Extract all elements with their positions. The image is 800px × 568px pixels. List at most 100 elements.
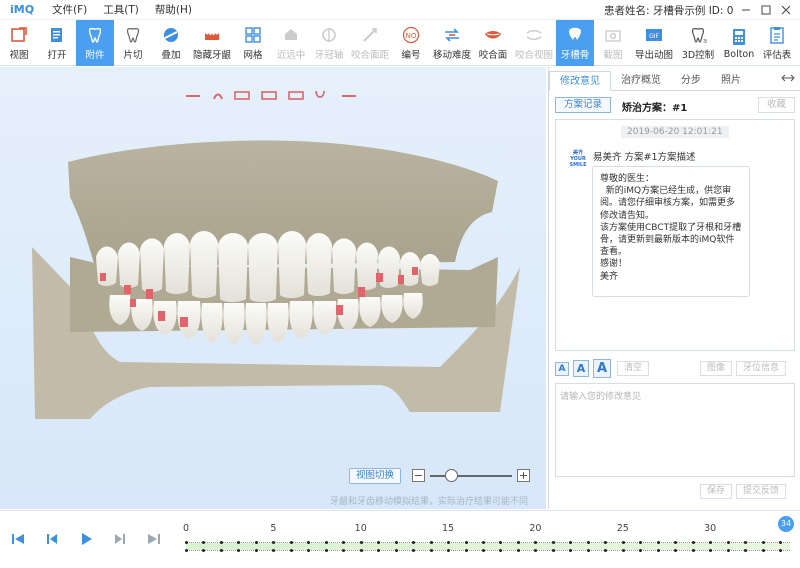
bite-view-button[interactable]: 咬合视图 bbox=[512, 20, 556, 66]
number-button[interactable]: NO 编号 bbox=[392, 20, 430, 66]
plan-record-button[interactable]: 方案记录 bbox=[555, 97, 612, 113]
step-dot[interactable] bbox=[394, 541, 398, 544]
export-gif-button[interactable]: GIF 导出动图 bbox=[632, 20, 676, 66]
step-dot[interactable] bbox=[377, 549, 381, 552]
mesiodistal-button[interactable]: 近远中 bbox=[272, 20, 310, 66]
step-dot[interactable] bbox=[429, 541, 433, 544]
step-dot[interactable] bbox=[516, 549, 520, 552]
zoom-out-button[interactable]: − bbox=[412, 469, 425, 482]
tab-photos[interactable]: 照片 bbox=[711, 71, 751, 91]
step-dot[interactable] bbox=[289, 549, 293, 552]
insert-tooth-info-button[interactable]: 牙位信息 bbox=[736, 361, 787, 376]
next-step-button[interactable] bbox=[112, 531, 128, 547]
tab-feedback[interactable]: 修改意见 bbox=[549, 71, 611, 91]
step-dot[interactable] bbox=[604, 549, 608, 552]
font-large-button[interactable]: A bbox=[593, 359, 611, 378]
movement-difficulty-button[interactable]: 移动难度 bbox=[430, 20, 474, 66]
step-dot[interactable] bbox=[324, 549, 328, 552]
maximize-button[interactable] bbox=[756, 1, 776, 19]
3d-control-button[interactable]: 3D 3D控制 bbox=[676, 20, 720, 66]
grid-button[interactable]: 网格 bbox=[234, 20, 272, 66]
step-dot[interactable] bbox=[272, 549, 276, 552]
last-step-button[interactable] bbox=[146, 531, 162, 547]
feedback-input[interactable] bbox=[556, 384, 794, 476]
previous-step-button[interactable] bbox=[44, 531, 60, 547]
crown-axis-button[interactable]: 牙冠轴 bbox=[310, 20, 348, 66]
step-dot[interactable] bbox=[254, 541, 258, 544]
screenshot-button[interactable]: 截图 bbox=[594, 20, 632, 66]
step-dot[interactable] bbox=[674, 549, 678, 552]
zoom-track[interactable] bbox=[430, 475, 512, 477]
occlusal-distance-button[interactable]: 咬合面距 bbox=[348, 20, 392, 66]
step-track[interactable] bbox=[185, 540, 790, 554]
step-dot[interactable] bbox=[219, 541, 223, 544]
zoom-slider-thumb[interactable] bbox=[445, 469, 458, 482]
step-dot[interactable] bbox=[691, 549, 695, 552]
attachment-button[interactable]: 附件 bbox=[76, 20, 114, 66]
font-medium-button[interactable]: A bbox=[573, 360, 589, 377]
step-dot[interactable] bbox=[656, 541, 660, 544]
step-dot[interactable] bbox=[586, 541, 590, 544]
alveolar-bone-button[interactable]: 牙槽骨 bbox=[556, 20, 594, 66]
collect-button[interactable]: 收藏 bbox=[757, 97, 795, 113]
step-dot[interactable] bbox=[289, 541, 293, 544]
view-switch-button[interactable]: 视图切换 bbox=[349, 468, 402, 484]
tab-steps[interactable]: 分步 bbox=[671, 71, 711, 91]
step-dot[interactable] bbox=[185, 549, 188, 552]
step-dot[interactable] bbox=[324, 541, 328, 544]
step-dot[interactable] bbox=[761, 549, 765, 552]
menu-help[interactable]: 帮助(H) bbox=[147, 2, 200, 17]
minimize-button[interactable] bbox=[736, 1, 756, 19]
current-step-badge[interactable]: 34 bbox=[778, 516, 794, 532]
step-dot[interactable] bbox=[359, 549, 363, 552]
step-dot[interactable] bbox=[516, 541, 520, 544]
step-dot[interactable] bbox=[464, 541, 468, 544]
step-dot[interactable] bbox=[726, 549, 730, 552]
step-dot[interactable] bbox=[307, 549, 311, 552]
step-dot[interactable] bbox=[394, 549, 398, 552]
step-dot[interactable] bbox=[779, 541, 782, 544]
step-dot[interactable] bbox=[482, 549, 485, 552]
step-dot[interactable] bbox=[412, 549, 416, 552]
step-dot[interactable] bbox=[551, 541, 555, 544]
step-dot[interactable] bbox=[237, 549, 241, 552]
play-button[interactable] bbox=[78, 531, 94, 547]
step-dot[interactable] bbox=[726, 541, 730, 544]
view-button[interactable]: 视图 bbox=[0, 20, 38, 66]
font-small-button[interactable]: A bbox=[555, 362, 569, 376]
first-step-button[interactable] bbox=[10, 531, 26, 547]
menu-file[interactable]: 文件(F) bbox=[44, 2, 95, 17]
step-dot[interactable] bbox=[429, 549, 433, 552]
dental-model-render[interactable] bbox=[0, 67, 546, 509]
step-dot[interactable] bbox=[447, 549, 451, 552]
close-button[interactable] bbox=[776, 1, 796, 19]
step-dot[interactable] bbox=[709, 549, 713, 552]
step-dot[interactable] bbox=[621, 541, 625, 544]
step-dot[interactable] bbox=[464, 549, 468, 552]
bolton-button[interactable]: Bolton bbox=[720, 20, 758, 66]
3d-viewport[interactable]: 视图切换 − + 牙龈和牙齿移动模拟结果，实际治疗结果可能不同 bbox=[0, 67, 546, 509]
open-button[interactable]: 打开 bbox=[38, 20, 76, 66]
step-dot[interactable] bbox=[254, 549, 258, 552]
step-dot[interactable] bbox=[569, 549, 573, 552]
tab-treatment-overview[interactable]: 治疗概览 bbox=[611, 71, 671, 91]
step-dot[interactable] bbox=[621, 549, 625, 552]
message-thread[interactable]: 2019-06-20 12:01:21 美齐 YOUR SMILE 易美齐 方案… bbox=[555, 119, 795, 351]
hide-gum-button[interactable]: 隐藏牙龈 bbox=[190, 20, 234, 66]
step-dot[interactable] bbox=[534, 549, 538, 552]
step-dot[interactable] bbox=[342, 549, 346, 552]
overlay-button[interactable]: 叠加 bbox=[152, 20, 190, 66]
expand-arrows-icon[interactable] bbox=[781, 73, 795, 86]
evaluation-button[interactable]: 评估表 bbox=[758, 20, 796, 66]
submit-feedback-button[interactable]: 提交反馈 bbox=[736, 484, 787, 499]
step-dot[interactable] bbox=[586, 549, 590, 552]
step-dot[interactable] bbox=[761, 541, 765, 544]
menu-tools[interactable]: 工具(T) bbox=[95, 2, 147, 17]
step-dot[interactable] bbox=[639, 549, 643, 552]
step-dot[interactable] bbox=[691, 541, 695, 544]
ipr-button[interactable]: 片切 bbox=[114, 20, 152, 66]
zoom-in-button[interactable]: + bbox=[517, 469, 530, 482]
step-dot[interactable] bbox=[185, 541, 188, 544]
step-dot[interactable] bbox=[656, 549, 660, 552]
save-button[interactable]: 保存 bbox=[700, 484, 733, 499]
